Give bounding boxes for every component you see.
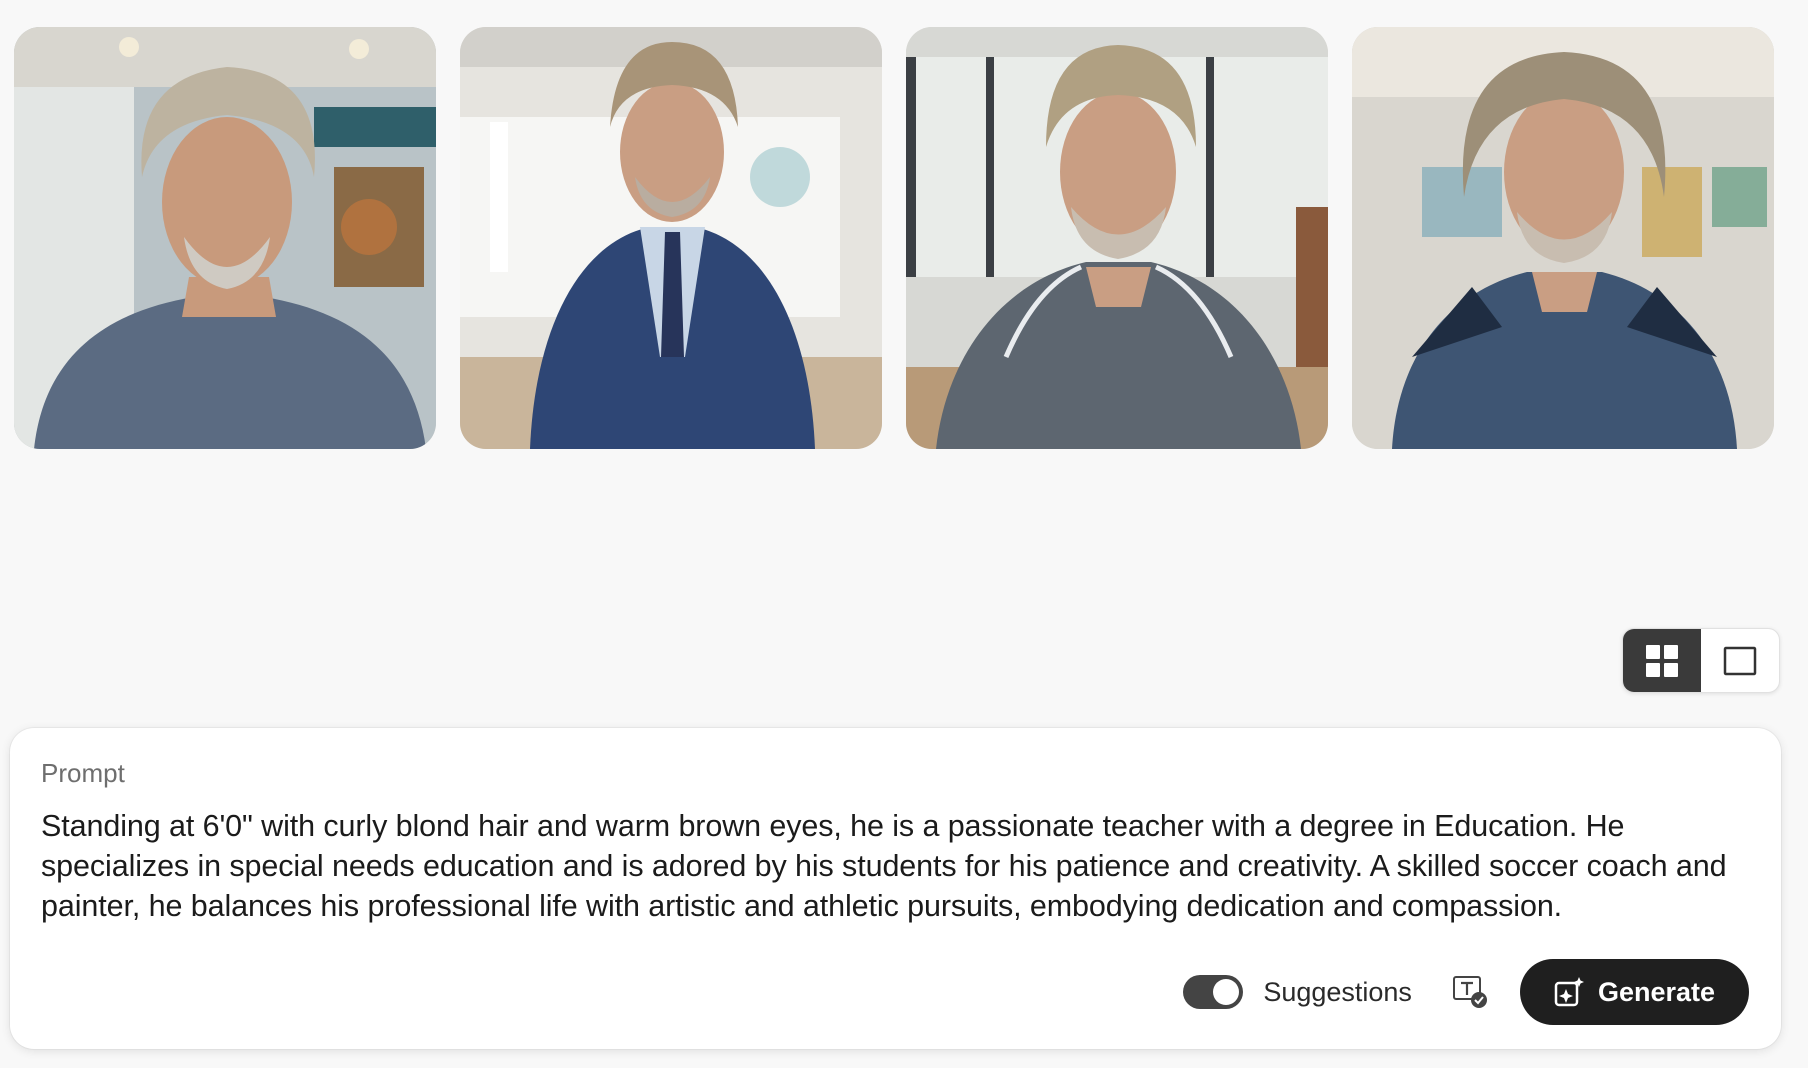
image-gallery bbox=[14, 27, 1774, 449]
generated-image-2[interactable] bbox=[460, 27, 882, 449]
suggestions-toggle[interactable] bbox=[1183, 975, 1244, 1009]
view-toggle bbox=[1622, 628, 1780, 693]
generate-button[interactable]: Generate bbox=[1519, 959, 1749, 1025]
generate-sparkle-icon bbox=[1554, 977, 1584, 1007]
text-check-icon bbox=[1452, 976, 1487, 1008]
prompt-input[interactable]: Standing at 6'0" with curly blond hair a… bbox=[41, 806, 1756, 926]
generated-image-3[interactable] bbox=[906, 27, 1328, 449]
prompt-controls: Suggestions Generate bbox=[1183, 959, 1749, 1025]
suggestions-label: Suggestions bbox=[1263, 976, 1412, 1007]
portrait-photo bbox=[906, 27, 1328, 449]
single-view-button[interactable] bbox=[1701, 629, 1779, 692]
single-view-icon bbox=[1723, 646, 1757, 675]
grid-icon bbox=[1646, 644, 1678, 677]
portrait-photo bbox=[1352, 27, 1774, 449]
grid-view-button[interactable] bbox=[1623, 629, 1701, 692]
prompt-panel: Prompt Standing at 6'0" with curly blond… bbox=[10, 728, 1781, 1049]
generate-label: Generate bbox=[1597, 976, 1715, 1007]
generated-image-1[interactable] bbox=[14, 27, 436, 449]
toggle-knob bbox=[1213, 979, 1240, 1005]
portrait-photo bbox=[14, 27, 436, 449]
portrait-photo bbox=[460, 27, 882, 449]
text-check-button[interactable] bbox=[1450, 972, 1490, 1012]
prompt-label: Prompt bbox=[41, 758, 125, 788]
generated-image-4[interactable] bbox=[1352, 27, 1774, 449]
